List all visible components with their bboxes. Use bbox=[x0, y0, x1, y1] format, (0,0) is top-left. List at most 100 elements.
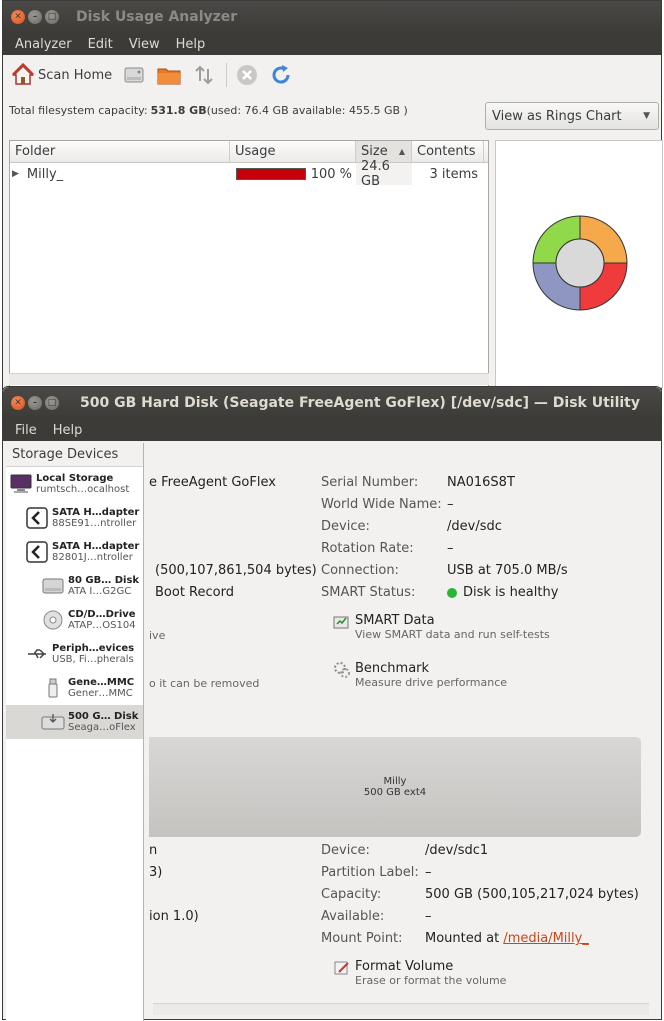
table-header: Folder Usage Size ▲ Contents bbox=[10, 141, 488, 163]
volume-type-partial: ion 1.0) bbox=[149, 909, 199, 924]
device-label: Device: bbox=[321, 519, 370, 534]
device-name: Local Storage bbox=[36, 473, 114, 484]
usage-bar-fill bbox=[237, 169, 305, 179]
menu-edit[interactable]: Edit bbox=[80, 37, 121, 52]
hard-disk-icon bbox=[40, 576, 66, 596]
minimize-window-button[interactable]: – bbox=[28, 10, 42, 24]
smart-data-action[interactable]: SMART Data View SMART data and run self-… bbox=[333, 613, 550, 641]
home-icon bbox=[11, 63, 35, 87]
mount-point-link[interactable]: /media/Milly_ bbox=[503, 931, 589, 946]
device-item[interactable]: 80 GB… Disk ATA I…G2GC bbox=[6, 569, 143, 603]
close-window-button[interactable]: ✕ bbox=[11, 396, 25, 410]
column-header-contents[interactable]: Contents bbox=[412, 141, 484, 162]
device-item[interactable]: Gene…MMC Gener…MMC bbox=[6, 671, 143, 705]
menu-help[interactable]: Help bbox=[45, 423, 91, 438]
toolbar-separator bbox=[226, 63, 228, 87]
external-disk-icon bbox=[40, 712, 66, 732]
analyzer-toolbar: Scan Home bbox=[3, 55, 661, 95]
column-header-usage[interactable]: Usage bbox=[230, 141, 356, 162]
device-item[interactable]: Local Storage rumtsch…ocalhost bbox=[6, 467, 143, 501]
rings-chart bbox=[495, 140, 663, 388]
scan-home-button[interactable]: Scan Home bbox=[11, 63, 112, 87]
drive-details-panel: e FreeAgent GoFlex (500,107,861,504 byte… bbox=[149, 443, 663, 1021]
volume-device-value: /dev/sdc1 bbox=[425, 843, 489, 858]
device-item[interactable]: SATA H…dapter 88SE91…ntroller bbox=[6, 501, 143, 535]
refresh-button[interactable] bbox=[269, 63, 293, 87]
benchmark-desc: Measure drive performance bbox=[355, 676, 508, 689]
partition-label-value: – bbox=[425, 865, 432, 880]
optical-drive-icon bbox=[40, 609, 66, 631]
mount-point-label: Mount Point: bbox=[321, 931, 403, 946]
device-name: Periph…evices bbox=[52, 643, 135, 654]
volume-capacity-value: 500 GB (500,105,217,024 bytes) bbox=[425, 887, 639, 902]
wwn-value: – bbox=[447, 497, 454, 512]
computer-icon bbox=[8, 474, 34, 494]
device-name: CD/D…Drive bbox=[68, 609, 136, 620]
usb-stick-icon bbox=[40, 677, 66, 699]
scan-filesystem-button[interactable] bbox=[122, 63, 146, 87]
sata-controller-icon bbox=[24, 507, 50, 529]
minimize-window-button[interactable]: – bbox=[28, 396, 42, 410]
maximize-window-button[interactable]: □ bbox=[45, 396, 59, 410]
partition-map[interactable]: Milly 500 GB ext4 bbox=[149, 737, 641, 837]
disk-utility-window: ✕ – □ 500 GB Hard Disk (Seagate FreeAgen… bbox=[2, 386, 663, 1021]
device-desc: 82801J…ntroller bbox=[52, 552, 133, 563]
menu-view[interactable]: View bbox=[121, 37, 168, 52]
scan-folder-button[interactable] bbox=[156, 63, 182, 87]
device-name: Gene…MMC bbox=[68, 677, 135, 688]
view-mode-value: View as Rings Chart bbox=[492, 108, 622, 124]
row-folder: Milly_ bbox=[26, 166, 64, 182]
menu-analyzer[interactable]: Analyzer bbox=[7, 37, 80, 52]
device-list: Local Storage rumtsch…ocalhost SATA H…dapt… bbox=[6, 467, 143, 739]
stop-button[interactable] bbox=[235, 63, 259, 87]
window-title: Disk Usage Analyzer bbox=[76, 9, 238, 25]
drive-capacity-value: (500,107,861,504 bytes) bbox=[155, 563, 317, 578]
format-volume-action[interactable]: Format Volume Erase or format the volume bbox=[333, 959, 506, 987]
sata-controller-icon bbox=[24, 541, 50, 563]
scan-remote-folder-button[interactable] bbox=[192, 63, 216, 87]
rotation-rate-value: – bbox=[447, 541, 454, 556]
smart-data-title: SMART Data bbox=[355, 613, 435, 628]
format-volume-desc: Erase or format the volume bbox=[355, 974, 507, 987]
menu-file[interactable]: File bbox=[7, 423, 45, 438]
partition-name: Milly bbox=[383, 776, 407, 787]
details-horizontal-scrollbar[interactable] bbox=[153, 1003, 649, 1015]
row-usage-label: 100 % bbox=[310, 166, 352, 182]
maximize-window-button[interactable]: □ bbox=[45, 10, 59, 24]
format-volume-icon bbox=[333, 959, 351, 987]
disk-utility-titlebar: ✕ – □ 500 GB Hard Disk (Seagate FreeAgen… bbox=[3, 387, 661, 419]
ring-center[interactable] bbox=[555, 238, 605, 288]
device-item[interactable]: Periph…evices USB, Fi…pherals bbox=[6, 637, 143, 671]
device-item[interactable]: CD/D…Drive ATAP…OS104 bbox=[6, 603, 143, 637]
wwn-label: World Wide Name: bbox=[321, 497, 442, 512]
serial-number-label: Serial Number: bbox=[321, 475, 419, 490]
menu-help[interactable]: Help bbox=[168, 37, 214, 52]
device-item[interactable]: SATA H…dapter 82801J…ntroller bbox=[6, 535, 143, 569]
close-window-button[interactable]: ✕ bbox=[11, 10, 25, 24]
drive-partitioning-value: Boot Record bbox=[155, 585, 234, 600]
device-desc: USB, Fi…pherals bbox=[52, 654, 134, 665]
expand-arrow-icon[interactable]: ▶ bbox=[12, 169, 19, 179]
analyzer-titlebar: ✕ – □ Disk Usage Analyzer bbox=[3, 1, 661, 33]
disk-utility-menubar: File Help bbox=[3, 419, 661, 441]
usb-icon bbox=[24, 646, 50, 662]
rotation-rate-label: Rotation Rate: bbox=[321, 541, 414, 556]
volume-usage-partial: n bbox=[149, 843, 158, 858]
tree-horizontal-scrollbar[interactable] bbox=[9, 373, 489, 385]
connection-value: USB at 705.0 MB/s bbox=[447, 563, 568, 578]
storage-devices-sidebar: Storage Devices Local Storage rumtsch…oca… bbox=[6, 443, 144, 1021]
volume-available-label: Available: bbox=[321, 909, 385, 924]
device-name: SATA H…dapter bbox=[52, 507, 140, 518]
column-header-folder[interactable]: Folder bbox=[10, 141, 230, 162]
device-desc: 88SE91…ntroller bbox=[52, 518, 137, 529]
device-desc: Gener…MMC bbox=[68, 688, 133, 699]
dropdown-arrow-icon: ▼ bbox=[643, 111, 650, 121]
device-item[interactable]: 500 G… Disk Seaga…oFlex bbox=[6, 705, 143, 739]
benchmark-action[interactable]: Benchmark Measure drive performance bbox=[333, 661, 507, 689]
smart-data-desc: View SMART data and run self-tests bbox=[355, 628, 550, 641]
device-name: SATA H…dapter bbox=[52, 541, 140, 552]
table-row[interactable]: ▶ Milly_ 100 % 24.6 GB 3 items bbox=[10, 159, 488, 189]
capacity-total: 531.8 GB bbox=[150, 103, 207, 117]
view-mode-select[interactable]: View as Rings Chart ▼ bbox=[485, 102, 659, 130]
healthy-status-icon bbox=[447, 587, 457, 598]
